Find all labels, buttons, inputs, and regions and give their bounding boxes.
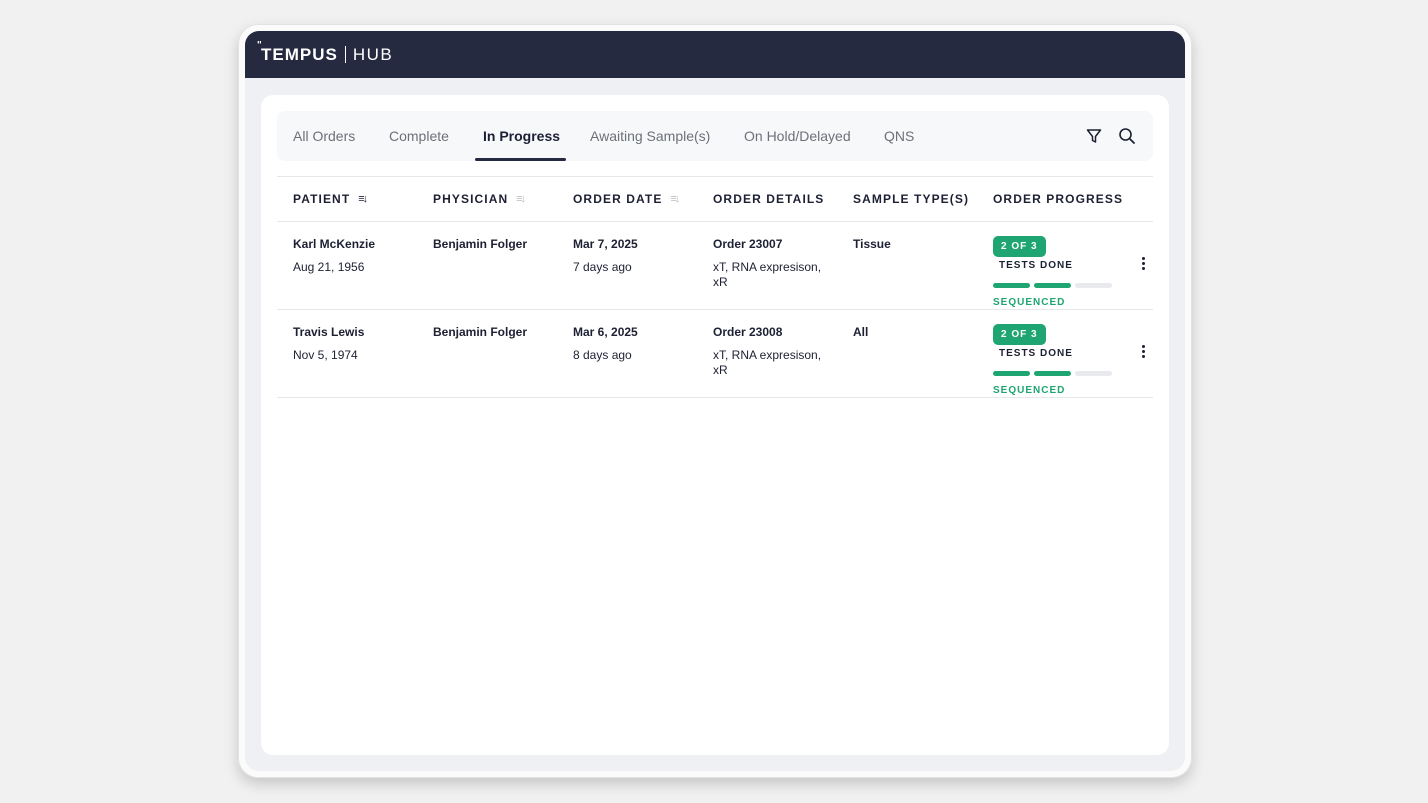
progress-segment-complete: [1034, 371, 1071, 376]
progress-bars: [993, 371, 1123, 376]
more-options-icon[interactable]: [1137, 253, 1149, 273]
order-age: 8 days ago: [573, 348, 632, 362]
column-patient[interactable]: PATIENT ≡↓: [293, 177, 368, 221]
progress-badge: 2 OF 3: [993, 236, 1046, 257]
tab-qns[interactable]: QNS: [884, 111, 914, 161]
column-physician[interactable]: PHYSICIAN ≡↓: [433, 177, 526, 221]
patient-dob: Aug 21, 1956: [293, 260, 365, 274]
progress-segment-complete: [993, 283, 1030, 288]
column-order-details: ORDER DETAILS: [713, 192, 825, 206]
order-tests: xT, RNA expresison, xR: [713, 260, 822, 289]
logo[interactable]: TEMPUS HUB: [257, 40, 394, 65]
table-row[interactable]: Karl McKenzie Aug 21, 1956 Benjamin Folg…: [277, 221, 1153, 310]
column-order-progress: ORDER PROGRESS: [993, 192, 1124, 206]
status-label: SEQUENCED: [993, 385, 1066, 396]
progress-badge: 2 OF 3: [993, 324, 1046, 345]
progress-bars: [993, 283, 1123, 288]
progress-segment-complete: [993, 371, 1030, 376]
logo-brand: TEMPUS: [257, 40, 338, 65]
order-date: Mar 6, 2025: [573, 325, 638, 339]
table-row[interactable]: Travis Lewis Nov 5, 1974 Benjamin Folger…: [277, 309, 1153, 398]
patient-dob: Nov 5, 1974: [293, 348, 358, 362]
sort-icon[interactable]: ≡↓: [516, 177, 526, 221]
status-label: SEQUENCED: [993, 297, 1066, 308]
sample-type: All: [853, 325, 869, 339]
active-tab-indicator: [475, 158, 566, 161]
order-date: Mar 7, 2025: [573, 237, 638, 251]
patient-cell: Karl McKenzie Aug 21, 1956: [293, 237, 413, 275]
more-options-icon[interactable]: [1137, 341, 1149, 361]
order-age: 7 days ago: [573, 260, 632, 274]
progress-segment-pending: [1075, 283, 1112, 288]
order-date-cell: Mar 6, 2025 8 days ago: [573, 325, 693, 363]
device-frame: TEMPUS HUB All Orders Complete In Progre…: [238, 24, 1192, 778]
order-number[interactable]: Order 23007: [713, 237, 833, 252]
physician-name: Benjamin Folger: [433, 237, 528, 251]
order-progress: 2 OF 3 TESTS DONE SEQUENCED: [993, 236, 1123, 308]
order-date-cell: Mar 7, 2025 7 days ago: [573, 237, 693, 275]
search-icon[interactable]: [1118, 127, 1136, 145]
order-progress: 2 OF 3 TESTS DONE SEQUENCED: [993, 324, 1123, 396]
sample-type-cell: Tissue: [853, 237, 891, 252]
order-details-cell: Order 23007 xT, RNA expresison, xR: [713, 237, 833, 290]
column-sample-types: SAMPLE TYPE(S): [853, 192, 970, 206]
sort-icon[interactable]: ≡↓: [358, 177, 368, 221]
tab-complete[interactable]: Complete: [389, 111, 449, 161]
sort-icon[interactable]: ≡↓: [670, 177, 680, 221]
logo-divider: [344, 46, 346, 63]
orders-card: All Orders Complete In Progress Awaiting…: [261, 95, 1169, 755]
column-physician-label: PHYSICIAN: [433, 192, 509, 206]
table-header: PATIENT ≡↓ PHYSICIAN ≡↓ ORDER DATE ≡↓ OR…: [277, 176, 1153, 222]
tab-on-hold-delayed[interactable]: On Hold/Delayed: [744, 111, 851, 161]
patient-cell: Travis Lewis Nov 5, 1974: [293, 325, 413, 363]
order-tests: xT, RNA expresison, xR: [713, 348, 822, 377]
tab-awaiting-samples[interactable]: Awaiting Sample(s): [590, 111, 710, 161]
column-patient-label: PATIENT: [293, 192, 351, 206]
sample-type-cell: All: [853, 325, 868, 340]
tests-done-label: TESTS DONE: [999, 348, 1073, 360]
app-screen: TEMPUS HUB All Orders Complete In Progre…: [245, 31, 1185, 771]
column-order-date[interactable]: ORDER DATE ≡↓: [573, 177, 680, 221]
progress-segment-pending: [1075, 371, 1112, 376]
order-details-cell: Order 23008 xT, RNA expresison, xR: [713, 325, 833, 378]
tab-in-progress[interactable]: In Progress: [483, 111, 560, 161]
patient-name[interactable]: Karl McKenzie: [293, 237, 413, 252]
progress-segment-complete: [1034, 283, 1071, 288]
physician-name: Benjamin Folger: [433, 325, 528, 339]
logo-product: HUB: [352, 44, 394, 64]
tests-done-label: TESTS DONE: [999, 260, 1073, 272]
order-number[interactable]: Order 23008: [713, 325, 833, 340]
physician-cell: Benjamin Folger: [433, 237, 527, 252]
column-order-date-label: ORDER DATE: [573, 192, 663, 206]
filter-icon[interactable]: [1085, 127, 1103, 145]
physician-cell: Benjamin Folger: [433, 325, 527, 340]
patient-name[interactable]: Travis Lewis: [293, 325, 413, 340]
tab-bar: All Orders Complete In Progress Awaiting…: [277, 111, 1153, 161]
sample-type: Tissue: [853, 237, 891, 251]
tab-all-orders[interactable]: All Orders: [293, 111, 355, 161]
top-bar: TEMPUS HUB: [245, 31, 1185, 78]
